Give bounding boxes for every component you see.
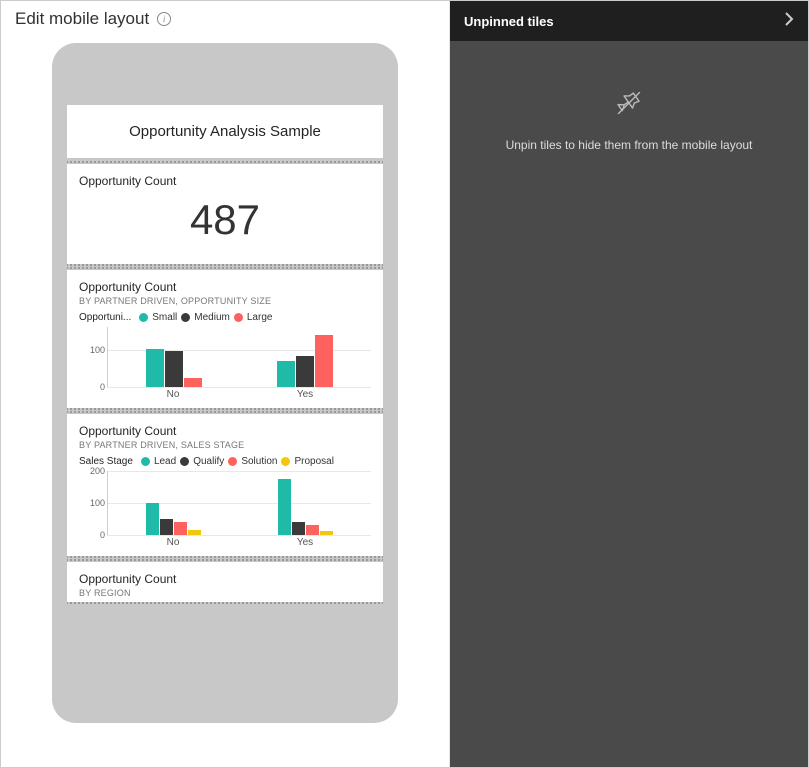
dashboard-title: Opportunity Analysis Sample — [67, 105, 383, 158]
swatch-medium — [181, 313, 190, 322]
tile-title: Opportunity Count — [79, 424, 371, 438]
bar-chart: 0 100 NoYes — [67, 327, 383, 408]
swatch-lead — [141, 457, 150, 466]
bar — [146, 349, 164, 387]
bar — [184, 378, 202, 387]
y-tick: 0 — [100, 382, 105, 392]
bar-group — [240, 327, 372, 387]
legend: Sales Stage Lead Qualify Solution Propos… — [67, 454, 383, 471]
x-tick: Yes — [239, 537, 371, 548]
y-tick: 0 — [100, 530, 105, 540]
bar-chart: 0100200NoYes — [67, 471, 383, 556]
legend-item: Large — [247, 312, 273, 323]
tile-dashboard-title[interactable]: Opportunity Analysis Sample — [67, 105, 383, 158]
tile-partner-stage-chart[interactable]: Opportunity Count BY PARTNER DRIVEN, SAL… — [67, 414, 383, 556]
chevron-right-icon — [784, 12, 794, 31]
x-tick: No — [107, 537, 239, 548]
legend-item: Medium — [194, 312, 230, 323]
phone-frame: Opportunity Analysis Sample Opportunity … — [52, 43, 398, 723]
phone-screen[interactable]: Opportunity Analysis Sample Opportunity … — [67, 105, 383, 699]
bar — [146, 503, 159, 535]
edit-mobile-layout-pane: Edit mobile layout i Opportunity Analysi… — [1, 1, 450, 767]
left-header: Edit mobile layout i — [1, 1, 449, 37]
bar — [277, 361, 295, 387]
unpinned-tiles-pane: Unpinned tiles Unpin tiles to hide them … — [450, 1, 808, 767]
tile-region-chart[interactable]: Opportunity Count BY REGION — [67, 562, 383, 602]
bar-group — [108, 327, 240, 387]
unpinned-title: Unpinned tiles — [464, 14, 554, 29]
tile-subtitle: BY PARTNER DRIVEN, OPPORTUNITY SIZE — [79, 296, 371, 306]
swatch-small — [139, 313, 148, 322]
legend-item: Proposal — [294, 456, 333, 467]
swatch-solution — [228, 457, 237, 466]
tile-subtitle: BY REGION — [79, 588, 371, 598]
info-icon[interactable]: i — [157, 12, 171, 26]
tile-subtitle: BY PARTNER DRIVEN, SALES STAGE — [79, 440, 371, 450]
bar — [306, 525, 319, 535]
bar — [296, 356, 314, 387]
bar — [278, 479, 291, 535]
bar — [188, 530, 201, 535]
legend: Opportuni... Small Medium Large — [67, 310, 383, 327]
legend-item: Lead — [154, 456, 176, 467]
unpinned-body: Unpin tiles to hide them from the mobile… — [450, 41, 808, 767]
y-tick: 100 — [90, 345, 105, 355]
y-tick: 100 — [90, 498, 105, 508]
unpinned-header[interactable]: Unpinned tiles — [450, 1, 808, 41]
tile-title: Opportunity Count — [79, 572, 371, 586]
bar-group — [240, 471, 372, 535]
bar — [292, 522, 305, 535]
legend-item: Solution — [241, 456, 277, 467]
x-tick: Yes — [239, 389, 371, 400]
page-title: Edit mobile layout — [15, 9, 149, 29]
bar-group — [108, 471, 240, 535]
bar — [174, 522, 187, 535]
bar — [160, 519, 173, 535]
phone-preview-wrap: Opportunity Analysis Sample Opportunity … — [1, 37, 449, 767]
legend-name: Sales Stage — [79, 456, 133, 467]
swatch-large — [234, 313, 243, 322]
big-number-value: 487 — [67, 192, 383, 264]
y-tick: 200 — [90, 466, 105, 476]
tile-partner-size-chart[interactable]: Opportunity Count BY PARTNER DRIVEN, OPP… — [67, 270, 383, 408]
tile-title: Opportunity Count — [79, 280, 371, 294]
unpinned-hint: Unpin tiles to hide them from the mobile… — [506, 138, 753, 152]
tile-opportunity-count[interactable]: Opportunity Count 487 — [67, 164, 383, 264]
swatch-qualify — [180, 457, 189, 466]
tile-title: Opportunity Count — [79, 174, 371, 188]
bar — [165, 351, 183, 387]
bar — [320, 531, 333, 535]
swatch-proposal — [281, 457, 290, 466]
legend-item: Qualify — [193, 456, 224, 467]
pin-icon — [615, 89, 643, 122]
legend-item: Small — [152, 312, 177, 323]
bar — [315, 335, 333, 388]
x-tick: No — [107, 389, 239, 400]
legend-name: Opportuni... — [79, 312, 131, 323]
